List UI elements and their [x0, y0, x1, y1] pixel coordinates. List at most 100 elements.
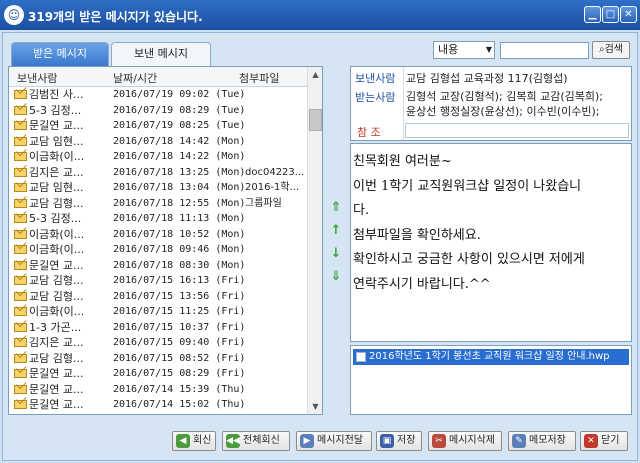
table-row[interactable]: 5-3 김정... 2016/07/19 08:29 (Tue) — [9, 103, 307, 119]
body-line: 친목회원 여러분~ — [353, 154, 452, 169]
attachment-item[interactable]: 2016학년도 1학기 봉선초 교직원 워크샵 일정 안내.hwp — [353, 349, 629, 365]
row-date: 2016/07/15 09:40 (Fri) — [113, 337, 246, 348]
envelope-icon — [14, 198, 27, 208]
attachment-name: 2016학년도 1학기 봉선초 교직원 워크샵 일정 안내.hwp — [369, 351, 610, 362]
row-sender: 문길연 교... — [29, 382, 84, 396]
row-date: 2016/07/18 10:52 (Mon) — [113, 228, 246, 240]
row-date: 2016/07/19 08:29 (Tue) — [113, 104, 246, 116]
table-row[interactable]: 교담 김형... 2016/07/18 12:55 (Mon) 그룹파일 — [9, 196, 307, 212]
table-row[interactable]: 김지은 교... 2016/07/15 09:40 (Fri) — [9, 335, 307, 351]
to-value-line1: 김형석 교장(김형석); 김복희 교감(김복희); — [406, 90, 603, 103]
column-header-date[interactable]: 날짜/시간 — [113, 70, 157, 86]
delete-button-label: 메시지삭제 — [449, 435, 495, 446]
table-row[interactable]: 1-3 가곤... 2016/07/15 10:37 (Fri) — [9, 320, 307, 336]
row-sender: 교담 김형... — [29, 196, 84, 210]
table-row[interactable]: 교담 임현... 2016/07/18 13:04 (Mon) 2016-1학... — [9, 180, 307, 196]
row-date: 2016/07/15 08:29 (Fri) — [113, 368, 246, 379]
body-line: 연락주시기 바랍니다.^^ — [353, 276, 491, 292]
attachment-list: 2016학년도 1학기 봉선초 교직원 워크샵 일정 안내.hwp — [350, 345, 632, 415]
row-attachment: doc04223... — [245, 166, 305, 178]
envelope-icon — [14, 353, 27, 363]
row-sender: 문길연 교... — [29, 258, 84, 272]
maximize-button[interactable]: □ — [602, 6, 619, 23]
row-attachment: 2016-1학... — [245, 182, 300, 193]
tab-sent[interactable]: 보낸 메시지 — [111, 42, 211, 66]
chevron-down-icon: ▼ — [485, 45, 492, 54]
minimize-button[interactable]: ▁ — [584, 6, 601, 23]
message-body[interactable]: 친목회원 여러분~ 이번 1학기 교직원워크샵 일정이 나왔습니 다. 첨부파일을 확… — [350, 143, 632, 342]
row-date: 2016/07/19 08:25 (Tue) — [113, 120, 246, 131]
envelope-icon — [14, 260, 27, 270]
scroll-down-icon[interactable]: ▼ — [308, 399, 322, 414]
table-row[interactable]: 문길연 교... 2016/07/14 15:02 (Thu) — [9, 397, 307, 413]
row-sender: 1-3 가곤... — [29, 320, 82, 334]
reply-all-button[interactable]: ◀◀ 전체회신 — [222, 431, 290, 451]
title-bar: ☺ 319개의 받은 메시지가 있습니다. ▁ □ ✕ — [0, 0, 640, 30]
table-row[interactable]: 이금화(이... 2016/07/18 10:52 (Mon) — [9, 227, 307, 243]
table-row[interactable]: 이금화(이... 2016/07/18 14:22 (Mon) — [9, 149, 307, 165]
table-row[interactable]: 문길연 교... 2016/07/19 08:25 (Tue) — [9, 118, 307, 134]
row-attachment: 그룹파일 — [245, 197, 282, 209]
envelope-icon — [14, 245, 27, 254]
envelope-icon — [14, 136, 27, 146]
table-row[interactable]: 김지은 교... 2016/07/18 13:25 (Mon) doc04223..… — [9, 165, 307, 181]
forward-button-label: 메시지전달 — [317, 435, 363, 446]
table-row[interactable]: 교담 김형... 2016/07/15 08:52 (Fri) — [9, 351, 307, 367]
arrow-last-icon[interactable]: ⇓ — [328, 269, 344, 285]
table-row[interactable]: 김범진 사... 2016/07/19 09:02 (Tue) — [9, 87, 307, 103]
arrow-first-icon[interactable]: ⇑ — [328, 200, 344, 216]
table-row[interactable]: 교담 임현... 2016/07/18 14:42 (Mon) — [9, 134, 307, 150]
row-date: 2016/07/18 13:25 (Mon) — [113, 166, 246, 178]
tab-inbox[interactable]: 받은 메시지 — [11, 42, 109, 66]
body-line: 첨부파일을 확인하세요. — [353, 227, 481, 243]
arrow-down-icon[interactable]: ↓ — [328, 246, 344, 262]
reply-button[interactable]: ◀ 회신 — [172, 431, 216, 451]
scrollbar-thumb[interactable] — [309, 109, 322, 131]
row-date: 2016/07/18 13:04 (Mon) — [113, 182, 246, 193]
list-rows: 김범진 사... 2016/07/19 09:02 (Tue) 5-3 김정... 2… — [9, 87, 307, 413]
row-sender: 교담 임현... — [29, 181, 84, 194]
memo-save-button-label: 메모저장 — [529, 435, 566, 446]
from-label: 보낸사람 — [355, 72, 396, 85]
table-row[interactable]: 이금화(이... 2016/07/15 11:25 (Fri) — [9, 304, 307, 320]
memo-save-button[interactable]: ✎ 메모저장 — [508, 431, 576, 451]
envelope-icon — [14, 152, 27, 161]
save-icon: ▣ — [380, 434, 394, 448]
body-line: 이번 1학기 교직원워크샵 일정이 나왔습니 — [353, 178, 582, 194]
list-scrollbar[interactable]: ▲ ▼ — [307, 67, 322, 414]
row-sender: 문길연 교... — [29, 398, 84, 411]
table-row[interactable]: 교담 김형... 2016/07/15 13:56 (Fri) — [9, 289, 307, 305]
reply-icon: ◀ — [176, 434, 190, 448]
search-button[interactable]: ⌕검색 — [592, 41, 630, 59]
search-field-value: 내용 — [438, 43, 459, 56]
cc-field[interactable] — [405, 123, 629, 138]
table-row[interactable]: 문길연 교... 2016/07/15 08:29 (Fri) — [9, 366, 307, 382]
message-header: 보낸사람 교담 김형섭 교육과정 117(김형섭) 받는사람 김형석 교장(김형… — [350, 66, 632, 141]
envelope-icon — [14, 338, 27, 347]
table-row[interactable]: 5-3 김정... 2016/07/18 11:13 (Mon) — [9, 211, 307, 227]
search-field-select[interactable]: 내용 ▼ — [433, 41, 495, 59]
delete-button[interactable]: ✂ 메시지삭제 — [428, 431, 502, 451]
cc-label: 참 조 — [357, 126, 381, 139]
arrow-up-icon[interactable]: ↑ — [328, 223, 344, 239]
forward-button[interactable]: ▶ 메시지전달 — [296, 431, 372, 451]
close-window-button[interactable]: ✕ — [620, 6, 637, 23]
scroll-up-icon[interactable]: ▲ — [308, 67, 322, 82]
close-button[interactable]: ✕ 닫기 — [580, 431, 628, 451]
message-list: 보낸사람 날짜/시간 첨부파일 김범진 사... 2016/07/19 09:02… — [8, 66, 323, 415]
search-input[interactable] — [500, 42, 589, 59]
table-row[interactable]: 교담 김형... 2016/07/15 16:13 (Fri) — [9, 273, 307, 289]
row-date: 2016/07/18 09:46 (Mon) — [113, 244, 246, 255]
table-row[interactable]: 이금화(이... 2016/07/18 09:46 (Mon) — [9, 242, 307, 258]
reply-button-label: 회신 — [193, 435, 212, 446]
column-header-attachment[interactable]: 첨부파일 — [239, 70, 279, 86]
to-label: 받는사람 — [355, 91, 396, 104]
table-row[interactable]: 문길연 교... 2016/07/18 08:30 (Mon) — [9, 258, 307, 274]
table-row[interactable]: 문길연 교... 2016/07/14 15:39 (Thu) — [9, 382, 307, 398]
envelope-icon — [14, 90, 27, 99]
save-button[interactable]: ▣ 저장 — [376, 431, 422, 451]
delete-icon: ✂ — [432, 434, 446, 448]
row-sender: 이금화(이... — [29, 305, 85, 318]
row-sender: 김지은 교... — [29, 336, 84, 349]
row-date: 2016/07/14 15:39 (Thu) — [113, 383, 246, 395]
